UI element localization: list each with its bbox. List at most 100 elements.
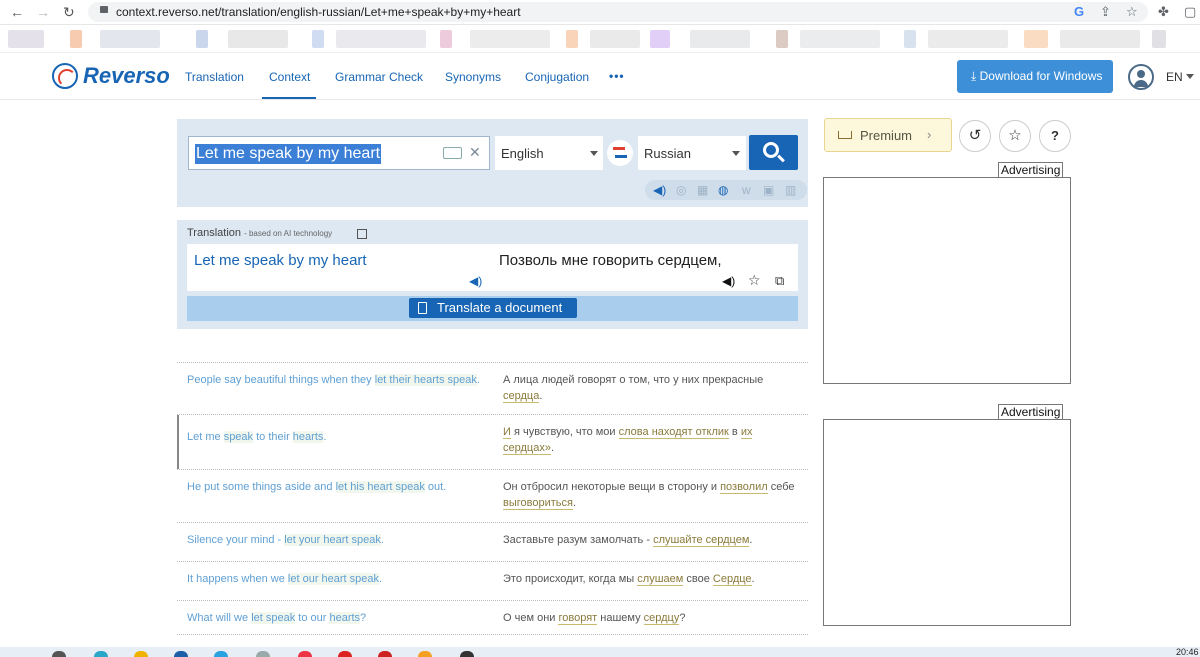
bookmark-item[interactable]: [1060, 30, 1140, 48]
bookmark-item[interactable]: [566, 30, 578, 48]
example-row[interactable]: People say beautiful things when they le…: [177, 362, 808, 414]
taskbar-app-icon[interactable]: [418, 651, 432, 657]
source-language-select[interactable]: English: [495, 136, 603, 170]
swap-languages-icon[interactable]: [607, 140, 633, 166]
taskbar-app-icon[interactable]: [214, 651, 228, 657]
premium-label[interactable]: Premium: [860, 128, 912, 143]
extensions-icon[interactable]: ✤: [1158, 4, 1169, 20]
chevron-down-icon[interactable]: [1186, 74, 1194, 79]
external-link-icon[interactable]: [357, 229, 367, 239]
highlighted-term[interactable]: let your heart speak: [284, 534, 381, 546]
taskbar-app-icon[interactable]: [338, 651, 352, 657]
taskbar-app-icon[interactable]: [256, 651, 270, 657]
highlighted-term[interactable]: сердцу: [643, 612, 680, 625]
bookmark-item[interactable]: [440, 30, 452, 48]
bookmark-item[interactable]: [8, 30, 44, 48]
bookmark-item[interactable]: [1024, 30, 1048, 48]
back-icon[interactable]: ←: [10, 4, 24, 20]
info-icon[interactable]: ◎: [676, 183, 686, 197]
forward-icon[interactable]: →: [36, 4, 50, 20]
source-speaker-icon[interactable]: ◀): [469, 274, 482, 288]
highlighted-term[interactable]: слова находят отклик: [618, 426, 729, 439]
highlighted-term[interactable]: hearts: [329, 612, 361, 624]
copy-icon[interactable]: ⧉: [775, 273, 784, 289]
bookmark-item[interactable]: [228, 30, 288, 48]
favorite-star-icon[interactable]: ☆: [748, 272, 761, 289]
translate-document-button[interactable]: Translate a document: [409, 298, 577, 318]
history-icon[interactable]: ↺: [959, 120, 991, 152]
taskbar-app-icon[interactable]: [298, 651, 312, 657]
taskbar-app-icon[interactable]: [378, 651, 392, 657]
highlighted-term[interactable]: hearts: [292, 431, 324, 443]
user-avatar-icon[interactable]: [1128, 64, 1154, 90]
window-icon[interactable]: ▢: [1184, 4, 1196, 20]
advertising-box[interactable]: [823, 177, 1071, 384]
bookmark-item[interactable]: [590, 30, 640, 48]
help-icon[interactable]: ?: [1039, 120, 1071, 152]
grid-icon[interactable]: ▦: [697, 183, 708, 197]
advertising-box[interactable]: [823, 419, 1071, 626]
nav-translation[interactable]: Translation: [185, 70, 244, 84]
bookmark-item[interactable]: [336, 30, 426, 48]
google-icon[interactable]: G: [1074, 4, 1084, 19]
url-text[interactable]: context.reverso.net/translation/english-…: [116, 5, 521, 19]
bookmark-item[interactable]: [776, 30, 788, 48]
bookmark-item[interactable]: [100, 30, 160, 48]
highlighted-term[interactable]: let his heart speak: [335, 481, 425, 493]
target-speaker-icon[interactable]: ◀): [722, 274, 735, 288]
bookmark-star-icon[interactable]: ☆: [1126, 4, 1138, 20]
highlighted-term[interactable]: слушайте сердцем: [653, 534, 750, 547]
nav-context[interactable]: Context: [269, 70, 310, 84]
search-query-text[interactable]: Let me speak by my heart: [195, 144, 382, 164]
download-for-windows-button[interactable]: ⤓ Download for Windows: [957, 60, 1113, 93]
example-row[interactable]: Let me speak to their hearts. И я чувству…: [177, 414, 808, 469]
book-icon[interactable]: ▥: [785, 183, 796, 197]
bookmark-item[interactable]: [1152, 30, 1166, 48]
highlighted-term[interactable]: speak: [223, 431, 254, 443]
search-button[interactable]: [749, 135, 798, 170]
bookmark-item[interactable]: [196, 30, 208, 48]
bookmark-item[interactable]: [312, 30, 324, 48]
reverso-logo-icon[interactable]: [52, 63, 78, 89]
share-icon[interactable]: ⇪: [1100, 4, 1111, 20]
nav-synonyms[interactable]: Synonyms: [445, 70, 501, 84]
nav-grammar-check[interactable]: Grammar Check: [335, 70, 423, 84]
image-icon[interactable]: ▣: [763, 183, 774, 197]
highlighted-term[interactable]: говорят: [558, 612, 598, 625]
highlighted-term[interactable]: let speak: [251, 612, 296, 624]
chevron-down-icon[interactable]: [590, 151, 598, 156]
highlighted-term[interactable]: Сердце: [712, 573, 752, 586]
highlighted-term[interactable]: let our heart speak: [287, 573, 380, 585]
bookmark-item[interactable]: [690, 30, 750, 48]
keyboard-icon[interactable]: [443, 147, 462, 159]
speaker-icon[interactable]: ◀): [653, 183, 666, 197]
highlighted-term[interactable]: слушаем: [637, 573, 684, 586]
highlighted-term[interactable]: let their hearts speak: [374, 374, 477, 386]
bookmark-item[interactable]: [470, 30, 550, 48]
nav-conjugation[interactable]: Conjugation: [525, 70, 589, 84]
highlighted-term[interactable]: И: [503, 426, 511, 439]
favorites-icon[interactable]: ☆: [999, 120, 1031, 152]
bookmark-item[interactable]: [70, 30, 82, 48]
bookmark-item[interactable]: [928, 30, 1008, 48]
example-row[interactable]: What will we let speak to our hearts? О ч…: [177, 600, 808, 636]
globe-icon[interactable]: ◍: [718, 183, 728, 197]
reload-icon[interactable]: ↻: [63, 4, 75, 21]
highlighted-term[interactable]: сердца: [503, 390, 540, 403]
bookmark-item[interactable]: [800, 30, 880, 48]
highlighted-term[interactable]: позволил: [720, 481, 768, 494]
interface-language[interactable]: EN: [1166, 70, 1183, 84]
clear-icon[interactable]: ✕: [469, 144, 481, 161]
target-language-select[interactable]: Russian: [638, 136, 746, 170]
taskbar-app-icon[interactable]: [174, 651, 188, 657]
more-menu-icon[interactable]: •••: [609, 69, 625, 83]
bookmark-item[interactable]: [650, 30, 670, 48]
example-row[interactable]: Silence your mind - let your heart speak…: [177, 522, 808, 561]
taskbar-app-icon[interactable]: [460, 651, 474, 657]
chevron-down-icon[interactable]: [732, 151, 740, 156]
example-row[interactable]: It happens when we let our heart speak. Э…: [177, 561, 808, 600]
chevron-right-icon[interactable]: ›: [927, 127, 931, 142]
taskbar-app-icon[interactable]: [52, 651, 66, 657]
example-row[interactable]: He put some things aside and let his hea…: [177, 469, 808, 522]
taskbar-app-icon[interactable]: [94, 651, 108, 657]
